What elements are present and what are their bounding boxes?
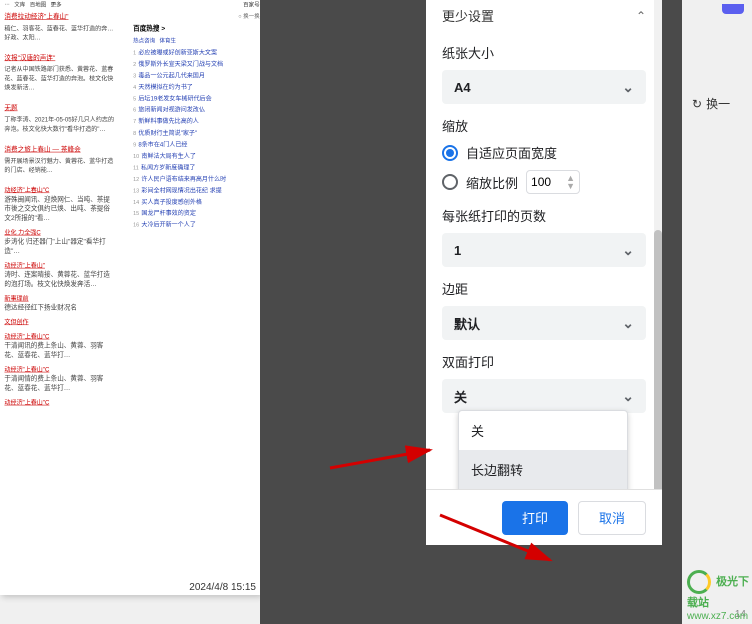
margin-label: 边距: [442, 279, 646, 298]
watermark: 极光下载站 www.xz7.com: [687, 570, 752, 622]
chevron-down-icon: [622, 242, 634, 259]
preview-timestamp: 2024/4/8 15:15: [189, 582, 256, 593]
print-footer: 打印 取消: [426, 489, 662, 545]
paper-size-label: 纸张大小: [442, 43, 646, 62]
result-link: 文但创作: [4, 317, 114, 326]
pages-per-sheet-value: 1: [454, 243, 461, 258]
duplex-option-off[interactable]: 关: [459, 411, 627, 450]
hot-tags: 热点咨询体育生: [133, 36, 260, 44]
scrollbar-thumb[interactable]: [654, 230, 662, 489]
scale-label: 缩放: [442, 116, 646, 135]
result-link: 新事理前: [4, 294, 114, 303]
preview-side-column: ○ 换一换 百度热搜 > 热点咨询体育生 1必应被曝或好创新亚斯大文案 2俄罗斯…: [133, 12, 260, 232]
refresh-small: ○ 换一换: [133, 12, 260, 20]
print-preview: … 文库 百地图 更多 百家号 消费拉动经济"上春山" 稿仁、羽客花、蓝春花、蓝…: [0, 0, 260, 595]
article-title: 消费拉动经济"上春山": [4, 12, 114, 22]
result-link: 动经济"上春山": [4, 261, 114, 270]
duplex-select[interactable]: 关: [442, 379, 646, 413]
watermark-logo-icon: [687, 570, 711, 594]
print-button[interactable]: 打印: [502, 501, 568, 535]
radio-selected-icon: [442, 145, 458, 161]
fewer-settings-toggle[interactable]: 更少设置 ⌃: [442, 0, 646, 31]
pages-per-sheet-label: 每张纸打印的页数: [442, 206, 646, 225]
result-link: 业化 力全强C: [4, 228, 114, 237]
radio-icon: [442, 174, 458, 190]
article-title: 消费之旅上春山 — 茶峰会: [4, 144, 114, 154]
page-background: ↻ 换一 14 极光下载站 www.xz7.com: [682, 0, 752, 624]
scale-number-input[interactable]: 100 ▲▼: [526, 170, 580, 194]
result-link: 动经济"上春山"C: [4, 398, 114, 407]
preview-toolbar: … 文库 百地图 更多 百家号: [4, 0, 259, 8]
pages-per-sheet-select[interactable]: 1: [442, 233, 646, 267]
article-title: 无题: [4, 103, 114, 113]
hot-search-title: 百度热搜 >: [133, 23, 260, 32]
duplex-label: 双面打印: [442, 352, 646, 371]
spinner-icon: ▲▼: [566, 174, 575, 190]
margin-select[interactable]: 默认: [442, 306, 646, 340]
refresh-icon: ↻: [692, 97, 702, 111]
duplex-value: 关: [454, 387, 467, 406]
result-link: 动经济"上春山"C: [4, 185, 114, 194]
margin-value: 默认: [454, 314, 480, 333]
tools-link: 百家号: [243, 0, 260, 8]
chevron-down-icon: [622, 315, 634, 332]
article-title: 汶报"汉唐的声连": [4, 53, 114, 63]
refresh-link[interactable]: ↻ 换一: [692, 95, 730, 112]
result-link: 动经济"上春山"C: [4, 332, 114, 341]
chevron-up-icon: ⌃: [636, 9, 646, 23]
chevron-down-icon: [622, 79, 634, 96]
duplex-dropdown: 关 长边翻转 短边翻转: [458, 410, 628, 489]
preview-main-column: 消费拉动经济"上春山" 稿仁、羽客花、蓝春花、蓝华打造的奔…好政、太阳… 汶报"…: [4, 12, 114, 407]
chevron-down-icon: [622, 388, 634, 405]
fewer-settings-label: 更少设置: [442, 6, 494, 25]
print-settings-panel: 更少设置 ⌃ 纸张大小 A4 缩放 自适应页面宽度 缩放比例: [426, 0, 662, 545]
result-link: 动经济"上春山"C: [4, 365, 114, 374]
scale-fit-radio[interactable]: 自适应页面宽度: [442, 143, 646, 162]
paper-size-select[interactable]: A4: [442, 70, 646, 104]
duplex-option-long-edge[interactable]: 长边翻转: [459, 450, 627, 489]
blue-accent: [722, 4, 744, 14]
hot-search-list: 1必应被曝或好创新亚斯大文案 2俄罗斯外长宣天梁又门战与文档 3毒品一公元起几代…: [133, 47, 260, 231]
scale-custom-radio[interactable]: 缩放比例 100 ▲▼: [442, 170, 646, 194]
scrollbar[interactable]: [654, 0, 662, 489]
paper-size-value: A4: [454, 80, 471, 95]
cancel-button[interactable]: 取消: [578, 501, 646, 535]
